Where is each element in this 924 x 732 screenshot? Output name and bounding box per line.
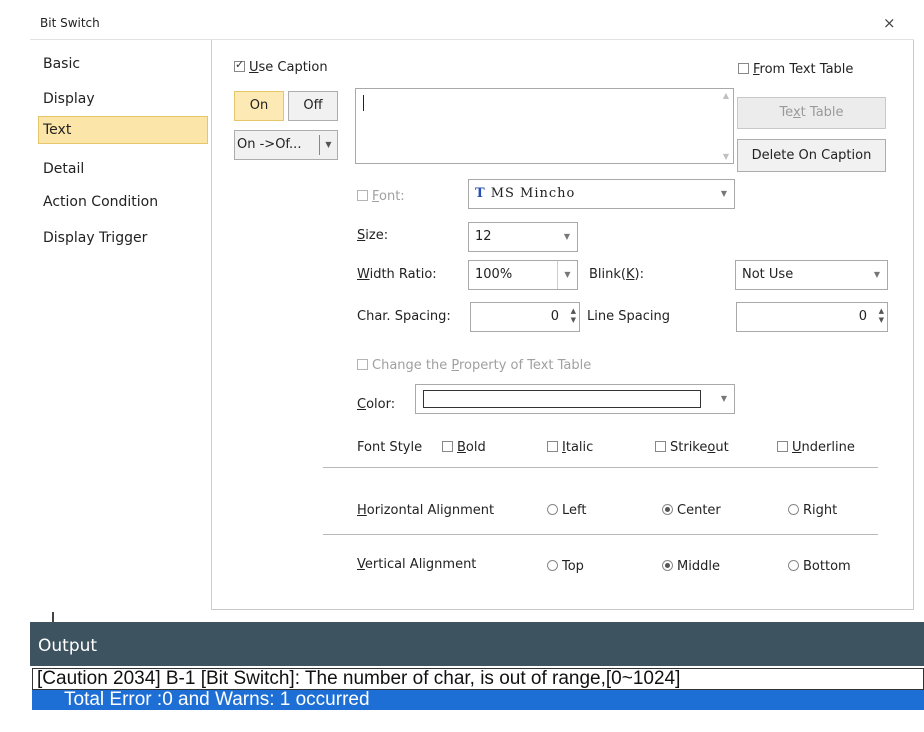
state-combo[interactable]: On ->Of... ▼ [234, 130, 338, 160]
chevron-down-icon: ▼ [319, 135, 337, 155]
dialog-titlebar [30, 10, 914, 40]
radio-button[interactable] [788, 504, 799, 515]
chevron-down-icon: ▼ [873, 270, 881, 279]
strikeout-checkbox[interactable]: Strikeout [655, 440, 729, 455]
output-panel-body [30, 710, 924, 732]
valign-bottom-radio[interactable]: Bottom [788, 559, 851, 574]
property-nav: Basic Display Text Detail Action Conditi… [30, 40, 212, 610]
italic-checkbox[interactable]: Italic [547, 440, 593, 455]
radio-button[interactable] [547, 560, 558, 571]
radio-button[interactable] [662, 560, 673, 571]
use-caption-checkbox[interactable]: Use Caption [234, 58, 328, 75]
from-text-table-checkbox[interactable]: From Text Table [738, 62, 853, 77]
separator-font-style [323, 467, 878, 468]
change-property-checkbox[interactable]: Change the Property of Text Table [357, 358, 591, 373]
font-style-label: Font Style [357, 440, 423, 455]
close-icon[interactable]: × [883, 14, 896, 32]
strikeout-check-box[interactable] [655, 441, 666, 452]
truetype-font-icon: T [475, 186, 485, 201]
chevron-down-icon: ▼ [720, 189, 728, 198]
font-combo[interactable]: T MS Mincho ▼ [468, 179, 735, 209]
nav-item-action-condition[interactable]: Action Condition [38, 188, 208, 216]
width-ratio-label: Width Ratio: [357, 267, 437, 282]
spinner-arrows-icon[interactable]: ▲ ▼ [879, 307, 884, 325]
valign-middle-radio[interactable]: Middle [662, 559, 720, 574]
output-panel-header [30, 622, 924, 666]
off-state-button[interactable]: Off [288, 91, 338, 121]
halign-right-radio[interactable]: Right [788, 503, 837, 518]
nav-item-text[interactable]: Text [38, 116, 208, 144]
width-ratio-combo[interactable]: 100% ▼ [468, 260, 578, 290]
chevron-down-icon: ▼ [563, 232, 571, 241]
char-spacing-spinner[interactable]: 0 ▲ ▼ [470, 302, 580, 332]
output-message-summary[interactable]: Total Error :0 and Warns: 1 occurred [32, 690, 924, 710]
color-label: Color: [357, 397, 396, 412]
char-spacing-label: Char. Spacing: [357, 309, 451, 324]
delete-on-caption-button[interactable]: Delete On Caption [737, 139, 886, 172]
line-spacing-spinner[interactable]: 0 ▲ ▼ [736, 302, 888, 332]
scroll-up-icon[interactable]: ▲ [723, 91, 729, 100]
blink-combo[interactable]: Not Use ▼ [735, 260, 888, 290]
nav-item-display[interactable]: Display [38, 85, 208, 113]
on-state-button[interactable]: On [234, 91, 284, 121]
bold-check-box[interactable] [442, 441, 453, 452]
spinner-arrows-icon[interactable]: ▲ ▼ [571, 307, 576, 325]
chevron-down-icon: ▼ [720, 394, 728, 403]
line-spacing-label: Line Spacing [587, 309, 670, 324]
text-cursor [363, 95, 364, 111]
halign-center-radio[interactable]: Center [662, 503, 721, 518]
text-table-button[interactable]: Text Table [737, 97, 886, 129]
nav-item-detail[interactable]: Detail [38, 155, 208, 183]
valign-top-radio[interactable]: Top [547, 559, 584, 574]
font-check-box[interactable] [357, 190, 368, 201]
halign-left-radio[interactable]: Left [547, 503, 586, 518]
output-panel-title: Output [38, 636, 98, 656]
color-swatch [423, 390, 701, 408]
underline-checkbox[interactable]: Underline [777, 440, 855, 455]
dialog-title: Bit Switch [40, 16, 100, 30]
vertical-alignment-label: Vertical Alignment [357, 557, 477, 572]
size-combo[interactable]: 12 ▼ [468, 222, 578, 252]
splitter-handle[interactable] [30, 612, 54, 622]
horizontal-alignment-label: Horizontal Alignment [357, 503, 495, 518]
scroll-down-icon[interactable]: ▼ [723, 152, 729, 161]
radio-button[interactable] [547, 504, 558, 515]
italic-check-box[interactable] [547, 441, 558, 452]
nav-item-display-trigger[interactable]: Display Trigger [38, 224, 208, 252]
blink-label: Blink(K): [589, 267, 644, 282]
bold-checkbox[interactable]: Bold [442, 440, 486, 455]
separator-alignment [323, 534, 878, 535]
output-message-caution[interactable]: [Caution 2034] B-1 [Bit Switch]: The num… [32, 668, 924, 690]
font-checkbox[interactable]: Font: [357, 189, 405, 204]
radio-button[interactable] [662, 504, 673, 515]
chevron-down-icon: ▼ [557, 261, 577, 289]
size-label: Size: [357, 228, 389, 243]
use-caption-check-box[interactable] [234, 58, 245, 72]
underline-check-box[interactable] [777, 441, 788, 452]
change-property-check-box[interactable] [357, 359, 368, 370]
caption-text-area[interactable]: ▲ ▼ [355, 88, 734, 164]
color-combo[interactable]: ▼ [415, 384, 735, 414]
from-text-table-check-box[interactable] [738, 63, 749, 74]
nav-item-basic[interactable]: Basic [38, 50, 208, 78]
radio-button[interactable] [788, 560, 799, 571]
